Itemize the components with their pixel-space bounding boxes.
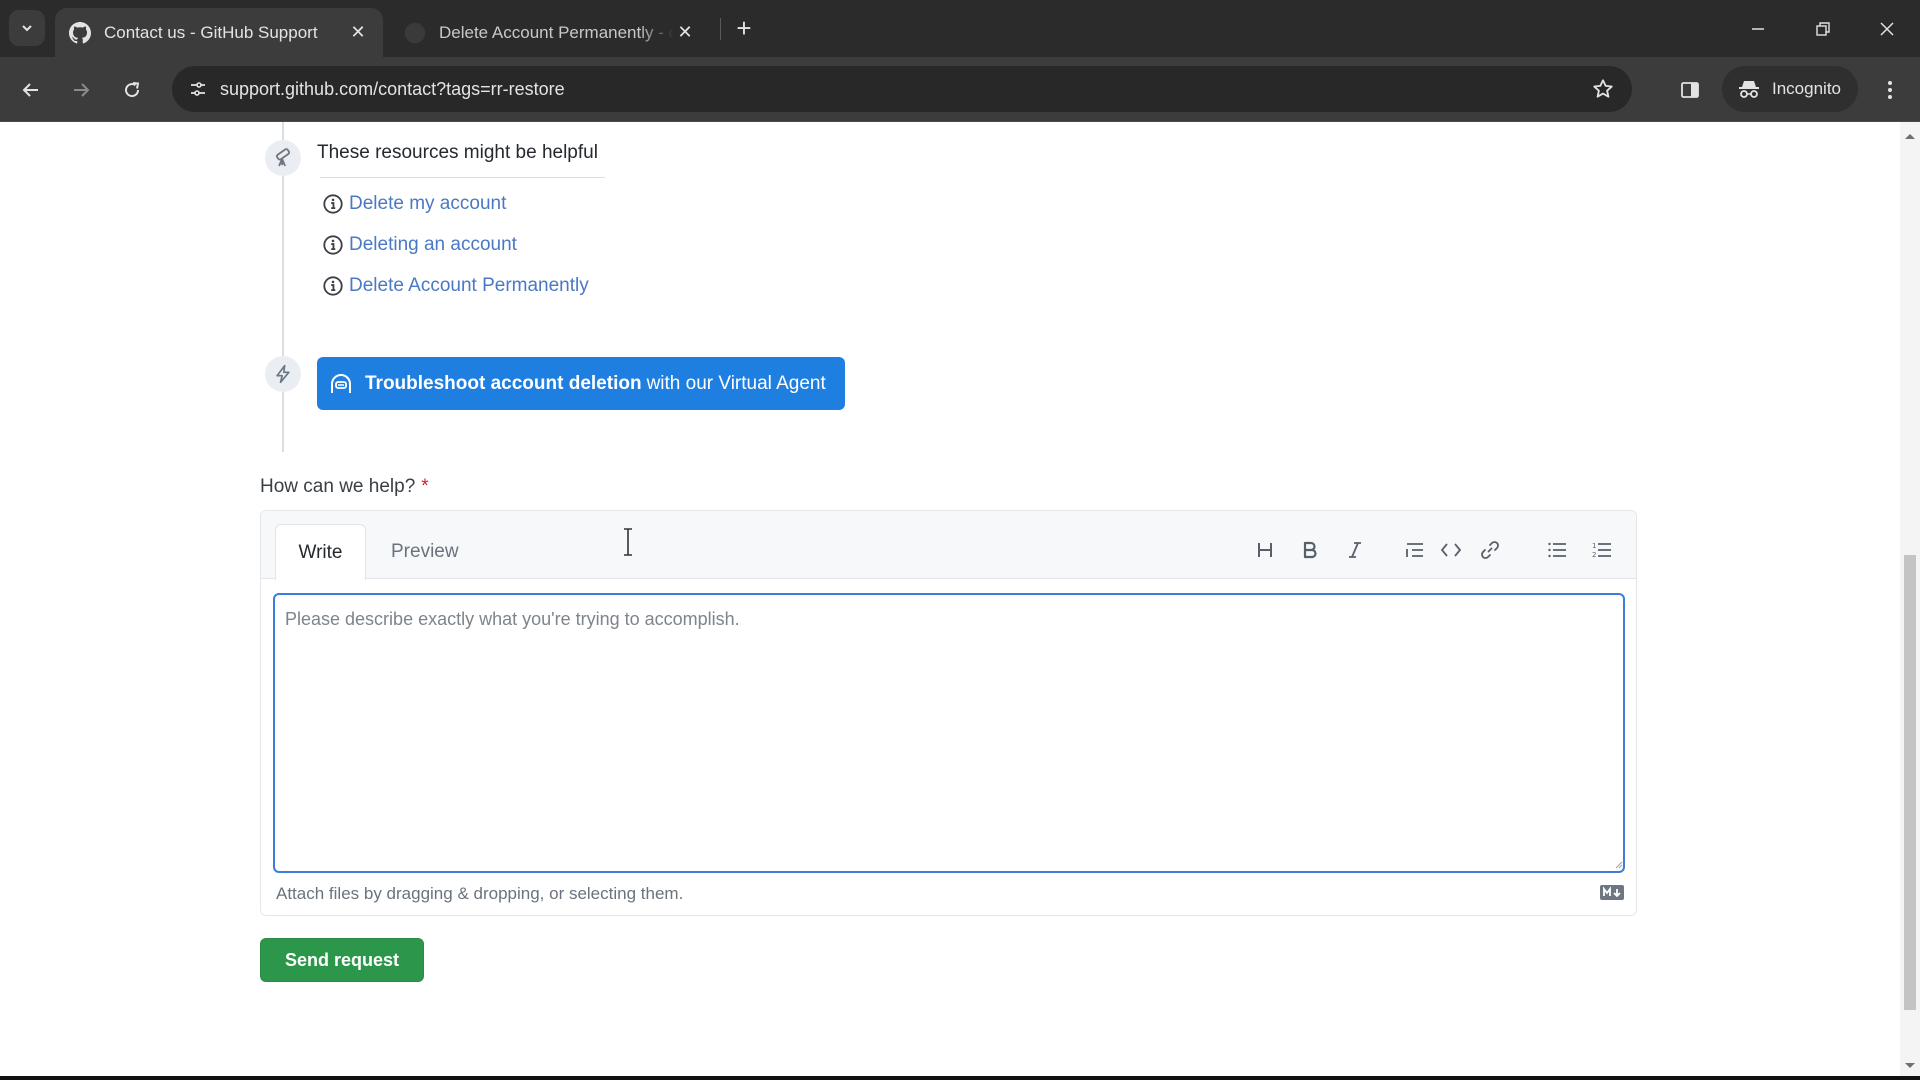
svg-text:2: 2 [1592,551,1596,559]
info-icon [323,235,343,255]
send-request-button[interactable]: Send request [260,938,424,982]
restore-icon [1816,22,1830,36]
required-mark: * [421,476,429,497]
svg-text:1: 1 [1592,542,1596,550]
url-text[interactable]: support.github.com/contact?tags=rr-resto… [220,79,565,100]
virtual-agent-rest-label: with our Virtual Agent [646,372,826,394]
italic-icon [1349,542,1361,558]
info-icon [323,194,343,214]
forward-button[interactable] [65,74,97,106]
browser-menu-button[interactable] [1876,76,1904,104]
link-label[interactable]: Delete my account [349,193,506,215]
resources-badge [265,140,301,176]
link-button[interactable] [1475,535,1505,565]
ordered-list-icon: 12 [1592,542,1611,559]
close-window-button[interactable] [1872,14,1902,44]
telescope-icon [275,148,291,167]
resource-link-delete-my-account[interactable]: Delete my account [322,193,506,215]
quote-button[interactable] [1400,535,1430,565]
resources-title: These resources might be helpful [317,142,598,163]
tab-title: Contact us - GitHub Support [104,22,318,42]
minimize-button[interactable] [1743,14,1773,44]
address-bar[interactable]: support.github.com/contact?tags=rr-resto… [172,66,1632,112]
side-panel-button[interactable] [1676,76,1704,104]
zap-icon [276,364,290,384]
resource-link-deleting-an-account[interactable]: Deleting an account [322,234,517,256]
link-label[interactable]: Deleting an account [349,234,517,256]
bottom-edge [0,1076,1920,1080]
info-icon [323,276,343,296]
heading-icon [1258,543,1272,557]
resize-handle-icon[interactable] [1613,859,1623,869]
link-icon [1481,541,1499,559]
tab-title: Delete Account Permanently - c [439,22,674,42]
chevron-down-icon [22,25,32,32]
tab-search-button[interactable] [9,10,45,46]
quote-icon [1406,543,1423,557]
description-textarea[interactable] [273,593,1625,873]
attach-files-hint[interactable]: Attach files by dragging & dropping, or … [276,884,683,904]
unordered-list-icon [1548,542,1566,558]
markdown-editor: Write Preview 12 Please describe exactly… [260,510,1637,916]
bold-button[interactable] [1295,535,1325,565]
incognito-icon [1739,81,1759,98]
page-scrollbar[interactable] [1900,122,1920,1080]
incognito-label: Incognito [1772,79,1841,98]
unordered-list-button[interactable] [1542,535,1572,565]
browser-tab-bar: Contact us - GitHub Support ✕ Delete Acc… [0,0,1920,57]
incognito-badge[interactable]: Incognito [1722,66,1858,112]
tab-contact-us[interactable]: Contact us - GitHub Support ✕ [55,8,383,57]
virtual-agent-badge [265,356,301,392]
how-can-we-help-label: How can we help? * [260,476,429,498]
tab-separator [720,18,721,40]
markdown-icon[interactable] [1600,885,1624,900]
scroll-up-arrow-icon[interactable] [1905,134,1915,139]
copilot-icon [331,373,351,393]
bookmark-star-icon[interactable] [1590,76,1616,102]
virtual-agent-bold-label: Troubleshoot account deletion [365,372,642,394]
code-icon [1440,543,1462,557]
more-vert-icon [1888,81,1892,99]
resource-link-delete-account-permanently[interactable]: Delete Account Permanently [322,275,589,297]
tab-delete-account-permanently[interactable]: Delete Account Permanently - c ✕ [390,8,710,57]
field-label: How can we help? [260,476,416,497]
text-cursor-icon [624,528,632,556]
back-button[interactable] [15,74,47,106]
arrow-left-icon [22,83,38,97]
tab-preview[interactable]: Preview [369,524,481,580]
github-icon [69,21,91,44]
bold-icon [1303,541,1317,559]
italic-button[interactable] [1340,535,1370,565]
restore-button[interactable] [1808,14,1838,44]
scrollbar-thumb[interactable] [1904,555,1916,1010]
link-label[interactable]: Delete Account Permanently [349,275,589,297]
close-tab-icon[interactable]: ✕ [347,22,369,44]
page-content: These resources might be helpful Delete … [0,122,1900,1080]
reload-button[interactable] [116,74,148,106]
resources-divider [320,177,605,178]
side-panel-icon [1681,82,1699,98]
editor-header: Write Preview 12 [261,511,1636,580]
minimize-icon [1752,28,1764,30]
tab-write[interactable]: Write [275,524,366,580]
reload-icon [125,82,140,98]
github-icon [404,22,426,44]
site-settings-icon[interactable] [186,77,210,101]
close-tab-icon[interactable]: ✕ [674,22,696,44]
close-icon [1880,22,1894,36]
ordered-list-button[interactable]: 12 [1587,535,1617,565]
code-button[interactable] [1436,535,1466,565]
arrow-right-icon [74,83,90,97]
new-tab-button[interactable]: + [730,13,758,43]
scroll-down-arrow-icon[interactable] [1905,1063,1915,1068]
virtual-agent-button[interactable]: Troubleshoot account deletion with our V… [317,357,845,410]
heading-button[interactable] [1250,535,1280,565]
